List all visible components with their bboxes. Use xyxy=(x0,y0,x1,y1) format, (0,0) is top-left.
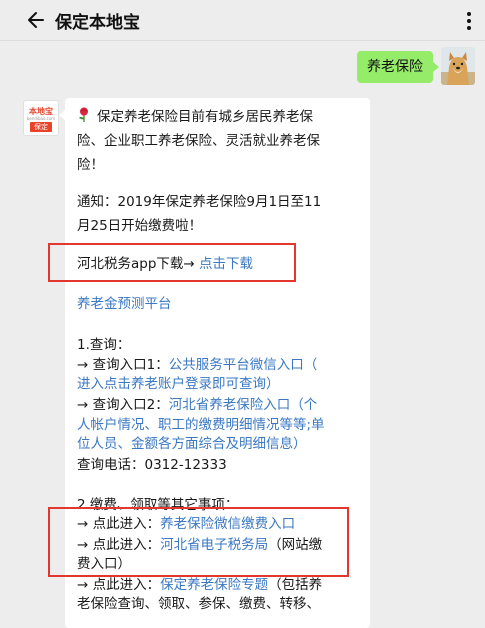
header-bar: 保定本地宝 xyxy=(0,0,485,41)
query-entry1-link[interactable]: 公共服务平台微信入口（ xyxy=(169,357,318,373)
intro-line-1: 保定养老保险目前有城乡居民养老保 xyxy=(97,109,313,125)
user-message-bubble: 养老保险 xyxy=(357,51,439,83)
query-entry2-link[interactable]: 河北省养老保险入口（个 xyxy=(169,397,318,413)
query-entry2-label: → 查询入口2： xyxy=(77,397,169,413)
query-entry2-link-cont1[interactable]: 人帐户情况、职工的缴费明细情况等等;单 xyxy=(77,416,325,434)
query-entry1-link-cont[interactable]: 进入点击养老账户登录即可查询） xyxy=(77,375,280,393)
intro-line-2: 险、企业职工养老保险、灵活就业养老保 xyxy=(77,133,320,149)
query-entry2-link-cont2[interactable]: 位人员、金额各方面综合及明细信息） xyxy=(77,435,307,453)
pension-calc-link[interactable]: 养老金预测平台 xyxy=(77,295,172,313)
payment-item3-suffix-cont: 老保险查询、领取、参保、缴费、转移、 xyxy=(77,596,320,612)
payment-item3-suffix: （包括养 xyxy=(268,577,323,593)
page-title: 保定本地宝 xyxy=(55,13,140,33)
query-entry1-label: → 查询入口1： xyxy=(77,357,169,373)
rose-icon xyxy=(79,107,88,122)
bot-avatar[interactable]: 本地宝 bendibao.com 保定 xyxy=(23,100,59,136)
query-phone: 查询电话：0312-12333 xyxy=(77,457,227,473)
user-avatar[interactable] xyxy=(441,47,475,85)
back-arrow-icon[interactable] xyxy=(26,11,44,29)
more-options-icon[interactable] xyxy=(461,12,477,30)
highlight-box-download xyxy=(48,243,296,282)
payment-item3-label: → 点此进入： xyxy=(77,577,161,593)
intro-line-3: 险！ xyxy=(77,157,104,173)
notice-line-1: 通知：2019年保定养老保险9月1日至11 xyxy=(77,194,322,210)
highlight-box-payment xyxy=(48,507,349,577)
query-heading: 1.查询： xyxy=(77,337,131,353)
pension-topic-link[interactable]: 保定养老保险专题 xyxy=(160,577,268,593)
notice-line-2: 月25日开始缴费啦！ xyxy=(77,218,203,234)
